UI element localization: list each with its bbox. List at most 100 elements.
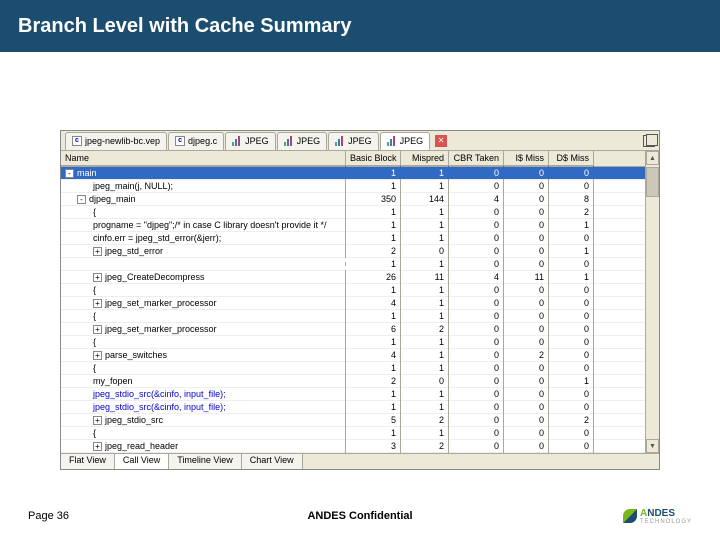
close-tab-button[interactable]: ✕	[435, 135, 447, 147]
expand-icon[interactable]: +	[93, 416, 102, 425]
expand-icon[interactable]: +	[93, 299, 102, 308]
scroll-down-button[interactable]: ▼	[646, 439, 659, 453]
file-tab-4[interactable]: JPEG	[328, 132, 379, 150]
col-name-header[interactable]: Name	[61, 151, 346, 166]
scroll-up-button[interactable]: ▲	[646, 151, 659, 165]
file-tab-5[interactable]: JPEG	[380, 132, 431, 150]
cell-dm: 1	[549, 218, 594, 232]
cell-im: 0	[504, 322, 549, 336]
row-name-cell: {	[61, 309, 346, 323]
row-name-cell: cinfo.err = jpeg_std_error(&jerr);	[61, 231, 346, 245]
row-name-cell	[61, 262, 346, 266]
cell-dm: 0	[549, 166, 594, 180]
view-tab-timeline-view[interactable]: Timeline View	[169, 454, 242, 469]
cell-mp: 1	[401, 426, 449, 440]
cell-cb: 0	[449, 244, 504, 258]
expand-icon[interactable]: +	[93, 325, 102, 334]
cell-dm: 1	[549, 270, 594, 284]
cell-im: 0	[504, 218, 549, 232]
cell-mp: 1	[401, 400, 449, 414]
collapse-icon[interactable]: -	[77, 195, 86, 204]
confidential-label: ANDES Confidential	[307, 510, 412, 522]
col-dmiss-header[interactable]: D$ Miss	[549, 151, 594, 166]
col-mispred-header[interactable]: Mispred	[401, 151, 449, 166]
cell-cb: 0	[449, 257, 504, 271]
cell-cb: 0	[449, 296, 504, 310]
row-name-cell: {	[61, 335, 346, 349]
cell-mp: 1	[401, 205, 449, 219]
view-tab-flat-view[interactable]: Flat View	[61, 454, 115, 469]
cell-dm: 1	[549, 374, 594, 388]
tab-label: JPEG	[245, 136, 269, 146]
cell-cb: 0	[449, 374, 504, 388]
cell-cb: 0	[449, 166, 504, 180]
row-name-cell: progname = "djpeg";/* in case C library …	[61, 218, 346, 232]
cell-mp: 1	[401, 179, 449, 193]
cell-mp: 1	[401, 166, 449, 180]
cell-bb: 1	[346, 166, 401, 180]
cell-im: 0	[504, 400, 549, 414]
view-tab-call-view[interactable]: Call View	[115, 454, 169, 469]
cell-dm: 0	[549, 400, 594, 414]
cell-cb: 0	[449, 361, 504, 375]
cell-cb: 0	[449, 179, 504, 193]
slide-footer: Page 36 ANDES Confidential ANDES TECHNOL…	[0, 510, 720, 522]
cell-bb: 1	[346, 426, 401, 440]
file-tab-1[interactable]: cdjpeg.c	[168, 132, 224, 150]
cell-cb: 0	[449, 335, 504, 349]
cell-cb: 0	[449, 439, 504, 453]
cell-mp: 1	[401, 361, 449, 375]
cell-im: 0	[504, 426, 549, 440]
table-row[interactable]: +jpeg_read_header32000	[61, 440, 659, 453]
vertical-scrollbar[interactable]: ▲ ▼	[645, 151, 659, 453]
cell-mp: 11	[401, 270, 449, 284]
tab-label: JPEG	[348, 136, 372, 146]
file-tab-3[interactable]: JPEG	[277, 132, 328, 150]
cell-cb: 0	[449, 309, 504, 323]
scroll-thumb[interactable]	[646, 167, 659, 197]
cell-cb: 0	[449, 400, 504, 414]
col-imiss-header[interactable]: I$ Miss	[504, 151, 549, 166]
expand-icon[interactable]: +	[93, 247, 102, 256]
chart-icon	[387, 136, 397, 146]
cell-dm: 0	[549, 296, 594, 310]
cell-mp: 2	[401, 413, 449, 427]
file-tab-0[interactable]: cjpeg-newlib-bc.vep	[65, 132, 167, 150]
cell-im: 0	[504, 244, 549, 258]
cell-bb: 2	[346, 244, 401, 258]
expand-icon[interactable]: +	[93, 442, 102, 451]
cell-bb: 1	[346, 387, 401, 401]
collapse-icon[interactable]: -	[65, 169, 74, 178]
col-basicblock-header[interactable]: Basic Block	[346, 151, 401, 166]
cell-im: 0	[504, 231, 549, 245]
restore-window-icon[interactable]	[643, 135, 655, 147]
file-tab-2[interactable]: JPEG	[225, 132, 276, 150]
cell-bb: 6	[346, 322, 401, 336]
cell-dm: 0	[549, 335, 594, 349]
view-tab-chart-view[interactable]: Chart View	[242, 454, 303, 469]
cell-bb: 2	[346, 374, 401, 388]
cell-bb: 1	[346, 257, 401, 271]
cell-bb: 1	[346, 205, 401, 219]
row-name-cell: {	[61, 205, 346, 219]
row-name-cell: {	[61, 426, 346, 440]
expand-icon[interactable]: +	[93, 351, 102, 360]
slide-title: Branch Level with Cache Summary	[18, 15, 351, 38]
expand-icon[interactable]: +	[93, 273, 102, 282]
tab-label: JPEG	[400, 136, 424, 146]
cell-bb: 1	[346, 218, 401, 232]
col-cbrtaken-header[interactable]: CBR Taken	[449, 151, 504, 166]
data-grid: Name Basic Block Mispred CBR Taken I$ Mi…	[61, 151, 659, 453]
cell-im: 0	[504, 387, 549, 401]
cell-mp: 144	[401, 192, 449, 206]
row-name-cell: -main	[61, 166, 346, 180]
cell-bb: 1	[346, 309, 401, 323]
cell-dm: 0	[549, 387, 594, 401]
cell-dm: 0	[549, 283, 594, 297]
cell-im: 0	[504, 257, 549, 271]
cell-bb: 4	[346, 296, 401, 310]
cell-im: 0	[504, 439, 549, 453]
file-tabbar: cjpeg-newlib-bc.vepcdjpeg.c JPEG JPEG JPEG J…	[61, 131, 659, 151]
cell-mp: 1	[401, 335, 449, 349]
cell-dm: 0	[549, 322, 594, 336]
